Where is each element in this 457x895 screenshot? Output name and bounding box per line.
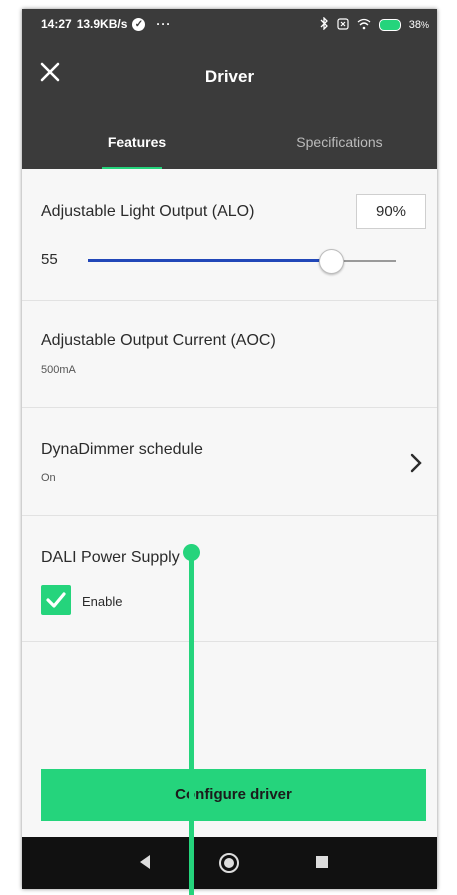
status-left: 14:27 13.9KB/s ✓ ··· xyxy=(41,17,171,31)
tab-specifications[interactable]: Specifications xyxy=(267,134,412,169)
aoc-value: 500mA xyxy=(41,364,76,376)
home-icon[interactable] xyxy=(219,853,239,873)
battery-icon xyxy=(378,19,401,31)
recent-apps-icon[interactable] xyxy=(316,856,328,868)
bluetooth-icon xyxy=(319,16,329,33)
enable-checkbox[interactable] xyxy=(41,585,71,615)
annotation-pointer-line xyxy=(189,550,194,895)
status-right: 38% xyxy=(319,16,429,33)
dali-title: DALI Power Supply xyxy=(41,549,180,566)
aoc-section[interactable]: Adjustable Output Current (AOC) 500mA xyxy=(22,301,437,408)
annotation-pointer-dot xyxy=(183,544,200,561)
dynadimmer-value: On xyxy=(41,472,56,484)
alo-slider-value: 55 xyxy=(41,251,58,268)
status-bar: 14:27 13.9KB/s ✓ ··· 38% xyxy=(22,9,437,39)
chevron-right-icon[interactable] xyxy=(409,452,423,474)
aoc-title: Adjustable Output Current (AOC) xyxy=(41,332,276,349)
dali-section: DALI Power Supply Enable xyxy=(22,516,437,642)
phone-screen: 14:27 13.9KB/s ✓ ··· 38% Driver Features… xyxy=(22,9,437,889)
enable-label: Enable xyxy=(82,594,123,609)
status-more: ··· xyxy=(156,17,172,31)
configure-driver-button[interactable]: Configure driver xyxy=(41,769,426,821)
features-list: Adjustable Light Output (ALO) 90% 55 Adj… xyxy=(22,169,437,649)
dynadimmer-section[interactable]: DynaDimmer schedule On xyxy=(22,408,437,516)
system-nav-bar xyxy=(22,837,437,889)
slider-thumb[interactable] xyxy=(319,249,344,274)
checkmark-icon xyxy=(46,592,66,608)
tab-features[interactable]: Features xyxy=(67,134,207,169)
battery-unit: % xyxy=(420,20,429,30)
app-header: Driver Features Specifications xyxy=(22,39,437,170)
wifi-icon xyxy=(357,18,371,33)
check-circle-icon: ✓ xyxy=(132,17,146,31)
page-title: Driver xyxy=(204,67,255,86)
status-speed: 13.9KB/s xyxy=(76,17,128,31)
back-icon[interactable] xyxy=(140,855,150,869)
alo-slider[interactable] xyxy=(88,247,396,275)
dynadimmer-title: DynaDimmer schedule xyxy=(41,441,203,458)
alo-section: Adjustable Light Output (ALO) 90% 55 xyxy=(22,169,437,301)
alo-percent-input[interactable]: 90% xyxy=(356,194,426,229)
battery-level: 38% xyxy=(409,19,429,31)
alo-title: Adjustable Light Output (ALO) xyxy=(41,203,255,220)
status-time: 14:27 xyxy=(41,17,72,31)
sim-icon xyxy=(337,17,349,33)
slider-fill xyxy=(88,259,331,262)
battery-value: 38 xyxy=(408,19,421,31)
